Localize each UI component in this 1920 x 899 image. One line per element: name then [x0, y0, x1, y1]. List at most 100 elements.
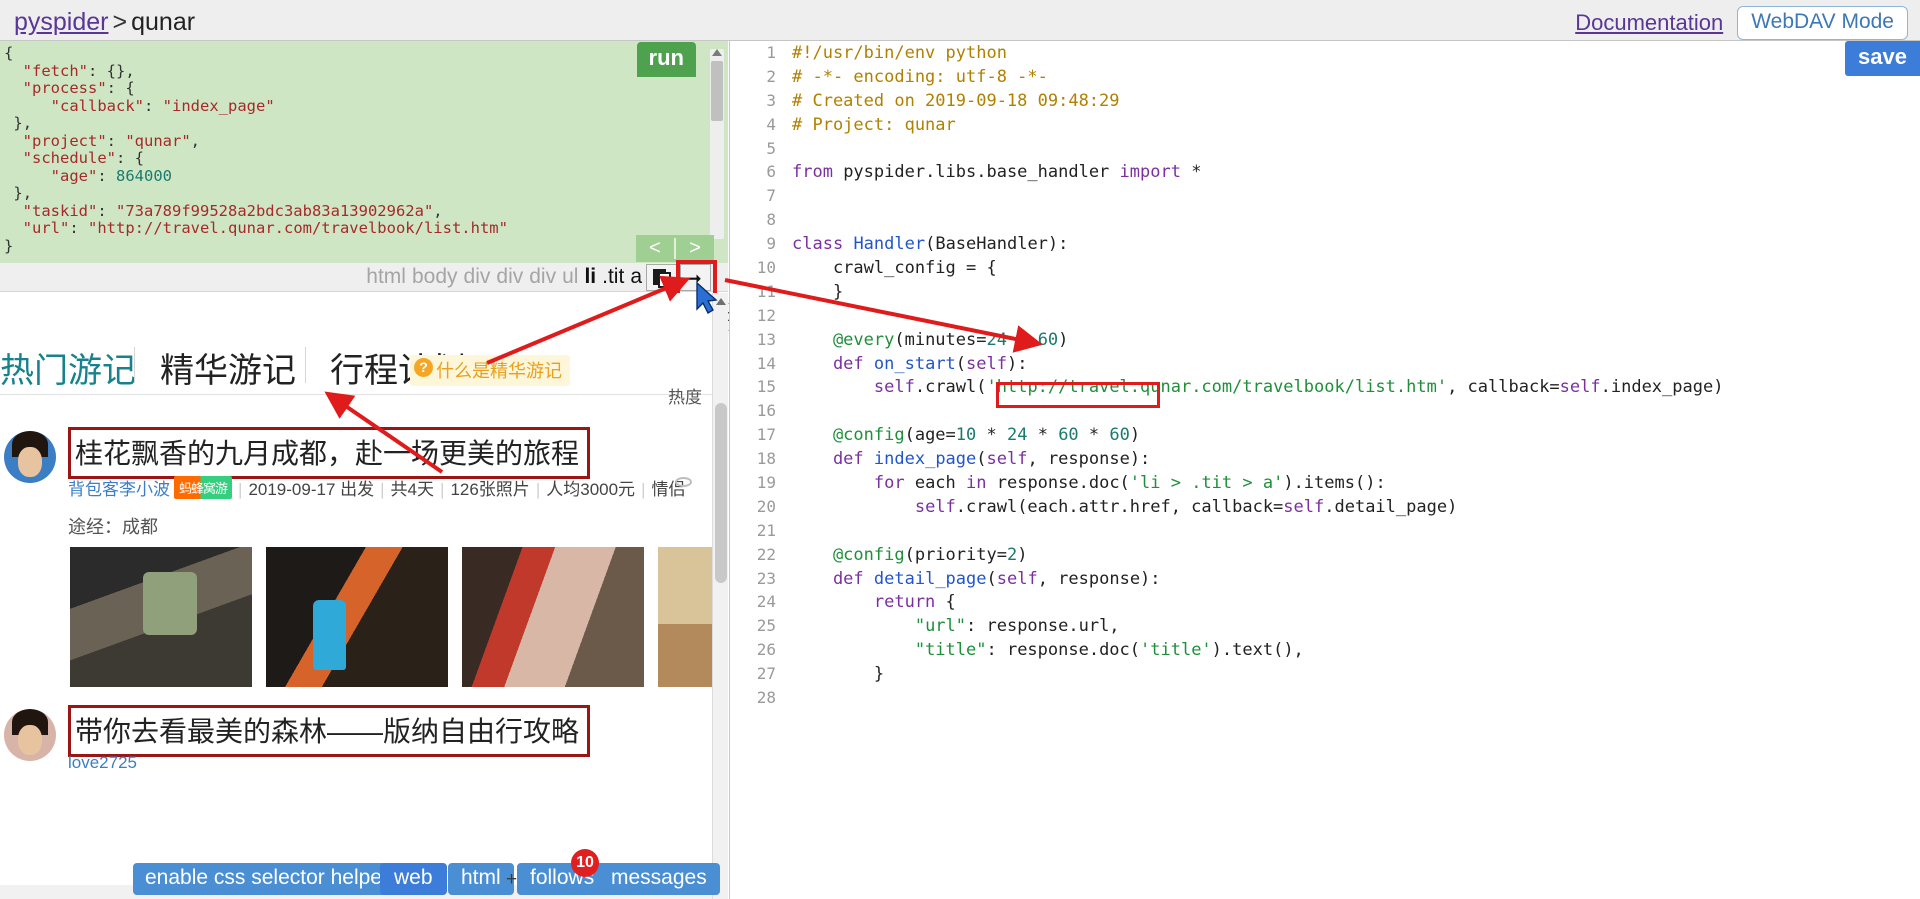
article-photo-strip — [70, 547, 712, 687]
code-line[interactable]: 14 def on_start(self): — [730, 352, 1920, 376]
code-line[interactable]: 23 def detail_page(self, response): — [730, 567, 1920, 591]
list-item: 带你去看最美的森林——版纳自由行攻略 love2725 — [0, 701, 712, 821]
code-token: 24 — [986, 329, 1007, 350]
code-line[interactable]: 18 def index_page(self, response): — [730, 447, 1920, 471]
code-line[interactable]: 7 — [730, 184, 1920, 208]
code-line[interactable]: 2 # -*- encoding: utf-8 -*- — [730, 65, 1920, 89]
tab-html-button[interactable]: html — [448, 863, 514, 895]
code-line[interactable]: 3 # Created on 2019-09-18 09:48:29 — [730, 89, 1920, 113]
code-line[interactable]: 16 — [730, 399, 1920, 423]
code-line[interactable]: 9 class Handler(BaseHandler): — [730, 232, 1920, 256]
add-to-editor-button[interactable]: ➞ — [680, 264, 711, 291]
code-line[interactable]: 8 — [730, 208, 1920, 232]
code-line[interactable]: 20 self.crawl(each.attr.href, callback=s… — [730, 495, 1920, 519]
tab-messages-button[interactable]: messages — [598, 863, 720, 895]
code-line[interactable]: 21 — [730, 519, 1920, 543]
code-token: import — [1119, 162, 1181, 183]
what-is-essence-label: 什么是精华游记 — [436, 361, 562, 381]
code-line[interactable]: 17 @config(age=10 * 24 * 60 * 60) — [730, 423, 1920, 447]
line-number: 9 — [766, 234, 776, 254]
path-seg-div-1[interactable]: div — [464, 265, 491, 288]
article-author-link[interactable]: love2725 — [68, 753, 137, 773]
copy-selector-button[interactable] — [646, 264, 677, 291]
code-line[interactable]: 11 } — [730, 280, 1920, 304]
task-json-content[interactable]: { "fetch": {}, "process": { "callback": … — [4, 44, 508, 255]
arrow-right-icon: ➞ — [685, 268, 702, 290]
path-seg-tit[interactable]: .tit — [602, 265, 624, 288]
css-selector-path[interactable]: html body div div div ul li .tit a — [366, 265, 648, 289]
code-token: for — [792, 473, 905, 494]
run-button[interactable]: run — [636, 42, 696, 77]
code-token: each — [904, 473, 967, 494]
code-editor-panel[interactable]: save 1 #!/usr/bin/env python 2 # -*- encodi… — [729, 41, 1920, 899]
code-line[interactable]: 1 #!/usr/bin/env python — [730, 41, 1920, 65]
code-line[interactable]: 6 from pyspider.libs.base_handler import … — [730, 160, 1920, 184]
article-route: 途经：成都 — [68, 517, 158, 537]
author-badge: 蚂蜂窝游 — [174, 476, 233, 499]
article-photo[interactable] — [70, 547, 252, 687]
code-line[interactable]: 28 — [730, 686, 1920, 710]
debugger-bottom-toolbar: enable css selector helper = web html + … — [0, 849, 728, 899]
code-token: } — [792, 281, 844, 302]
code-token: ).items(): — [1283, 473, 1386, 494]
preview-tab-hot[interactable]: 热门游记 — [0, 343, 136, 392]
avatar[interactable] — [4, 431, 56, 483]
code-token: (minutes= — [894, 329, 987, 350]
code-line[interactable]: 26 "title": response.doc('title').text()… — [730, 638, 1920, 662]
path-seg-li[interactable]: li — [584, 265, 596, 288]
article-photo[interactable] — [658, 547, 712, 687]
path-seg-div-2[interactable]: div — [496, 265, 523, 288]
avatar[interactable] — [4, 709, 56, 761]
line-number: 5 — [766, 138, 776, 158]
code-line[interactable]: 5 — [730, 137, 1920, 161]
code-line[interactable]: 24 return { — [730, 590, 1920, 614]
code-token: self — [996, 568, 1038, 589]
preview-vertical-scrollbar[interactable] — [712, 293, 728, 899]
scroll-up-arrow-icon[interactable] — [716, 298, 726, 305]
list-item: 桂花飘香的九月成都，赴一场更美的旅程 背包客李小波 蚂蜂窝游 | 2019-09-17… — [0, 423, 712, 713]
tab-web-button[interactable]: web — [380, 863, 447, 895]
article-author-link[interactable]: 背包客李小波 — [68, 480, 170, 499]
line-number: 24 — [756, 592, 776, 612]
pager-next-button[interactable]: > — [676, 235, 714, 262]
preview-nav-tabs: 热门游记 精华游记 行程计划 ? 什么是精华游记 热度 — [0, 333, 712, 407]
code-token: ( — [955, 353, 967, 374]
documentation-link[interactable]: Documentation — [1575, 10, 1723, 36]
code-line[interactable]: 22 @config(priority=2) — [730, 543, 1920, 567]
scrollbar-thumb[interactable] — [711, 61, 723, 121]
preview-tab-essence[interactable]: 精华游记 — [160, 343, 296, 392]
task-json-panel[interactable]: { "fetch": {}, "process": { "callback": … — [0, 41, 728, 263]
scrollbar-thumb[interactable] — [715, 403, 727, 583]
article-title-link[interactable]: 桂花飘香的九月成都，赴一场更美的旅程 — [68, 427, 591, 479]
code-token: (BaseHandler): — [925, 234, 1069, 255]
path-seg-a[interactable]: a — [630, 265, 642, 288]
code-line[interactable]: 19 for each in response.doc('li > .tit >… — [730, 471, 1920, 495]
code-line[interactable]: 13 @every(minutes=24 * 60) — [730, 328, 1920, 352]
path-seg-html[interactable]: html — [366, 265, 406, 288]
code-content[interactable]: 1 #!/usr/bin/env python 2 # -*- encoding: u… — [730, 41, 1920, 899]
article-photo[interactable] — [266, 547, 448, 687]
code-line[interactable]: 25 "url": response.url, — [730, 614, 1920, 638]
code-line[interactable]: 4 # Project: qunar — [730, 113, 1920, 137]
pager-prev-button[interactable]: < — [636, 235, 674, 262]
breadcrumb-root-link[interactable]: pyspider — [14, 8, 109, 36]
scroll-up-arrow-icon[interactable] — [712, 49, 722, 56]
task-panel-scrollbar[interactable] — [710, 49, 724, 239]
line-number: 7 — [766, 186, 776, 206]
code-line[interactable]: 27 } — [730, 662, 1920, 686]
code-token: #!/usr/bin/env python — [792, 43, 1007, 63]
path-seg-body[interactable]: body — [412, 265, 458, 288]
web-preview-panel[interactable]: 热门游记 精华游记 行程计划 ? 什么是精华游记 热度 桂花飘香的九月成都，赴一… — [0, 293, 712, 899]
path-seg-ul[interactable]: ul — [562, 265, 578, 288]
code-line[interactable]: 15 self.crawl('http://travel.qunar.com/t… — [730, 375, 1920, 399]
article-photo[interactable] — [462, 547, 644, 687]
code-line[interactable]: 12 — [730, 304, 1920, 328]
what-is-essence-badge[interactable]: ? 什么是精华游记 — [410, 355, 570, 386]
path-seg-div-3[interactable]: div — [529, 265, 556, 288]
enable-css-selector-helper-button[interactable]: enable css selector helper — [133, 863, 401, 895]
article-title-link[interactable]: 带你去看最美的森林——版纳自由行攻略 — [68, 705, 591, 757]
save-button[interactable]: save — [1845, 41, 1920, 76]
code-line[interactable]: 10 crawl_config = { — [730, 256, 1920, 280]
webdav-mode-button[interactable]: WebDAV Mode — [1737, 6, 1908, 40]
